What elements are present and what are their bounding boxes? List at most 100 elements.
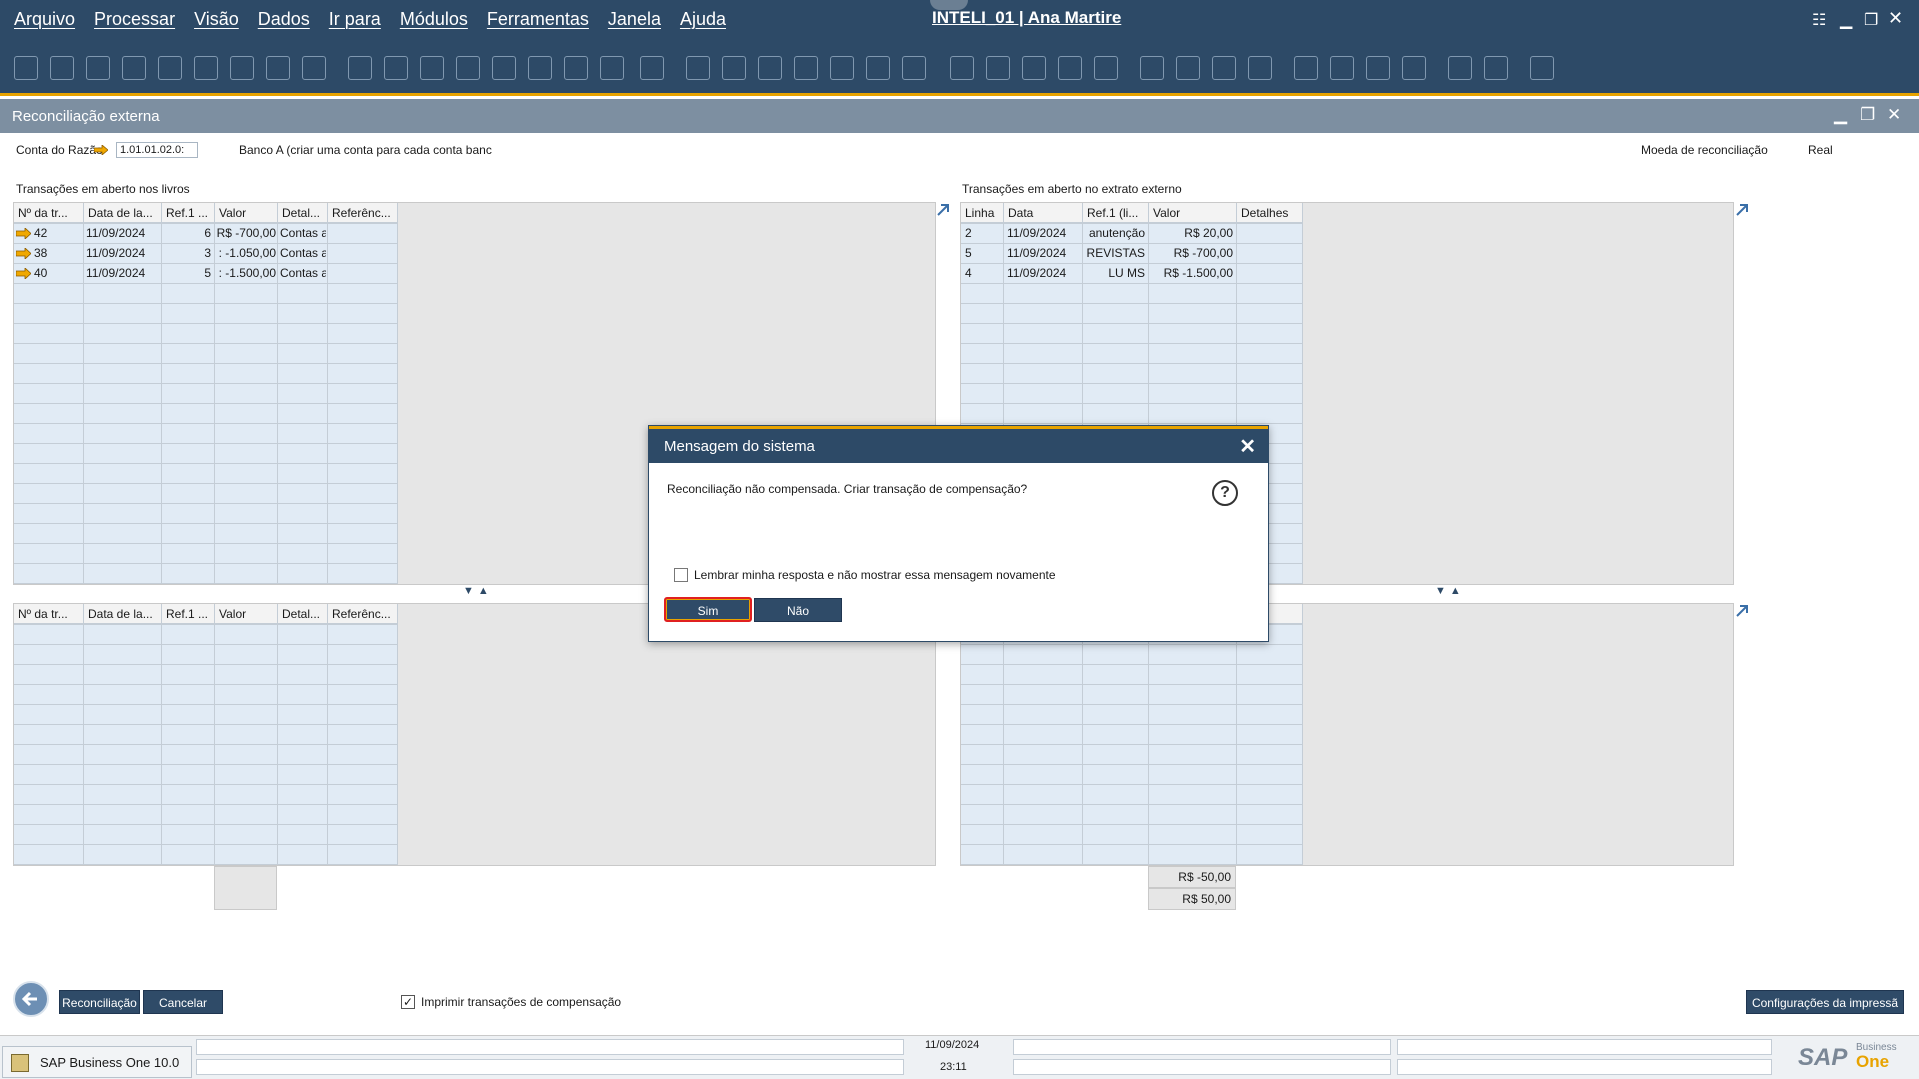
toolbar-tool-icon[interactable] [1058, 56, 1082, 80]
no-button[interactable]: Não [754, 598, 842, 622]
toolbar-tool-icon[interactable] [1248, 56, 1272, 80]
minimize-icon[interactable]: ▁ [1840, 10, 1852, 30]
toolbar-tool-icon[interactable] [302, 56, 326, 80]
statement-row1-ref1[interactable]: anutenção [1083, 223, 1149, 243]
toolbar-tool-icon[interactable] [266, 56, 290, 80]
statement-row1-value[interactable]: R$ 20,00 [1149, 223, 1237, 243]
close-icon[interactable]: ✕ [1888, 8, 1903, 29]
layout-icon[interactable]: ☷ [1812, 10, 1826, 30]
statement-row2-value[interactable]: R$ -700,00 [1149, 243, 1237, 263]
help-icon[interactable]: ? [1212, 480, 1238, 506]
selected-col-value[interactable]: Valor [215, 604, 278, 624]
statement-row3-line[interactable]: 4 [965, 263, 972, 283]
toolbar-tool-icon[interactable] [86, 56, 110, 80]
statement-col-details[interactable]: Detalhes [1237, 203, 1303, 223]
expand-icon[interactable] [935, 202, 951, 218]
books-row2-details[interactable]: Contas a [280, 243, 326, 263]
expand-icon[interactable] [1734, 603, 1750, 619]
toolbar-tool-icon[interactable] [528, 56, 552, 80]
toolbar-tool-icon[interactable] [686, 56, 710, 80]
toolbar-tool-icon[interactable] [1212, 56, 1236, 80]
menu-item-janela[interactable]: Janela [608, 9, 661, 30]
toolbar-tool-icon[interactable] [348, 56, 372, 80]
remember-checkbox[interactable] [674, 568, 688, 582]
toolbar-tool-icon[interactable] [1176, 56, 1200, 80]
toolbar-tool-icon[interactable] [902, 56, 926, 80]
dialog-close-icon[interactable]: ✕ [1239, 434, 1256, 459]
menu-item-dados[interactable]: Dados [258, 9, 310, 30]
toolbar-tool-icon[interactable] [1484, 56, 1508, 80]
menu-item-modulos[interactable]: Módulos [400, 9, 468, 30]
books-col-ref1[interactable]: Ref.1 ... [162, 203, 215, 223]
selected-col-ref1[interactable]: Ref.1 ... [162, 604, 215, 624]
statement-row3-value[interactable]: R$ -1.500,00 [1149, 263, 1237, 283]
statement-row1-line[interactable]: 2 [965, 223, 972, 243]
window-minimize-icon[interactable]: ▁ [1834, 105, 1847, 125]
books-row2-ref1[interactable]: 3 [162, 243, 215, 263]
statement-col-value[interactable]: Valor [1149, 203, 1237, 223]
menu-item-arquivo[interactable]: Arquivo [14, 9, 75, 30]
toolbar-tool-icon[interactable] [158, 56, 182, 80]
books-row3-details[interactable]: Contas a [280, 263, 326, 283]
toolbar-tool-icon[interactable] [14, 56, 38, 80]
toolbar-tool-icon[interactable] [564, 56, 588, 80]
print-settings-button[interactable]: Configurações da impressã [1746, 990, 1904, 1014]
toolbar-tool-icon[interactable] [456, 56, 480, 80]
yes-button[interactable]: Sim [664, 597, 752, 622]
books-row3-ref1[interactable]: 5 [162, 263, 215, 283]
account-field[interactable]: 1.01.01.02.0: [116, 142, 198, 158]
books-row1-ref1[interactable]: 6 [162, 223, 215, 243]
toolbar-tool-icon[interactable] [194, 56, 218, 80]
toolbar-tool-icon[interactable] [492, 56, 516, 80]
books-col-value[interactable]: Valor [215, 203, 278, 223]
statement-row3-ref1[interactable]: LU MS [1083, 263, 1149, 283]
statement-row2-line[interactable]: 5 [965, 243, 972, 263]
window-close-icon[interactable]: ✕ [1887, 105, 1901, 125]
selected-col-no[interactable]: Nº da tr... [14, 604, 84, 624]
toolbar-tool-icon[interactable] [420, 56, 444, 80]
toolbar-tool-icon[interactable] [1022, 56, 1046, 80]
restore-icon[interactable]: ❐ [1864, 10, 1878, 30]
toolbar-tool-icon[interactable] [122, 56, 146, 80]
toolbar-tool-icon[interactable] [230, 56, 254, 80]
splitter-arrows-icon[interactable]: ▼▲ [463, 585, 493, 597]
menu-item-visao[interactable]: Visão [194, 9, 239, 30]
toolbar-tool-icon[interactable] [1330, 56, 1354, 80]
toolbar-tool-icon[interactable] [600, 56, 624, 80]
statement-row2-date[interactable]: 11/09/2024 [1007, 243, 1066, 263]
toolbar-tool-icon[interactable] [950, 56, 974, 80]
toolbar-tool-icon[interactable] [1140, 56, 1164, 80]
selected-col-date[interactable]: Data de la... [84, 604, 162, 624]
cancel-button[interactable]: Cancelar [143, 990, 223, 1014]
books-col-details[interactable]: Detal... [278, 203, 328, 223]
menu-item-ferramentas[interactable]: Ferramentas [487, 9, 589, 30]
link-arrow-icon[interactable] [94, 145, 108, 155]
toolbar-tool-icon[interactable] [758, 56, 782, 80]
statement-row3-date[interactable]: 11/09/2024 [1007, 263, 1066, 283]
books-col-date[interactable]: Data de la... [84, 203, 162, 223]
statement-col-line[interactable]: Linha [961, 203, 1004, 223]
toolbar-tool-icon[interactable] [986, 56, 1010, 80]
books-row3-no[interactable]: 40 [34, 263, 47, 283]
reconcile-button[interactable]: Reconciliação [59, 990, 140, 1014]
selected-col-details[interactable]: Detal... [278, 604, 328, 624]
statement-col-ref1[interactable]: Ref.1 (li... [1083, 203, 1149, 223]
books-row1-value[interactable]: R$ -700,00 [215, 223, 278, 243]
statement-row2-ref1[interactable]: REVISTAS [1083, 243, 1149, 263]
toolbar-tool-icon[interactable] [50, 56, 74, 80]
books-row3-value[interactable]: : -1.500,00 [215, 263, 278, 283]
toolbar-tool-icon[interactable] [1294, 56, 1318, 80]
toolbar-tool-icon[interactable] [640, 56, 664, 80]
books-col-reference[interactable]: Referênc... [328, 203, 398, 223]
books-row2-date[interactable]: 11/09/2024 [86, 243, 145, 263]
row-link-arrow-icon[interactable] [16, 268, 31, 279]
toolbar-tool-icon[interactable] [1402, 56, 1426, 80]
menu-item-processar[interactable]: Processar [94, 9, 175, 30]
toolbar-tool-icon[interactable] [1530, 56, 1554, 80]
books-row3-date[interactable]: 11/09/2024 [86, 263, 145, 283]
toolbar-tool-icon[interactable] [1094, 56, 1118, 80]
row-link-arrow-icon[interactable] [16, 228, 31, 239]
books-row1-no[interactable]: 42 [34, 223, 47, 243]
toolbar-tool-icon[interactable] [1366, 56, 1390, 80]
books-row2-no[interactable]: 38 [34, 243, 47, 263]
